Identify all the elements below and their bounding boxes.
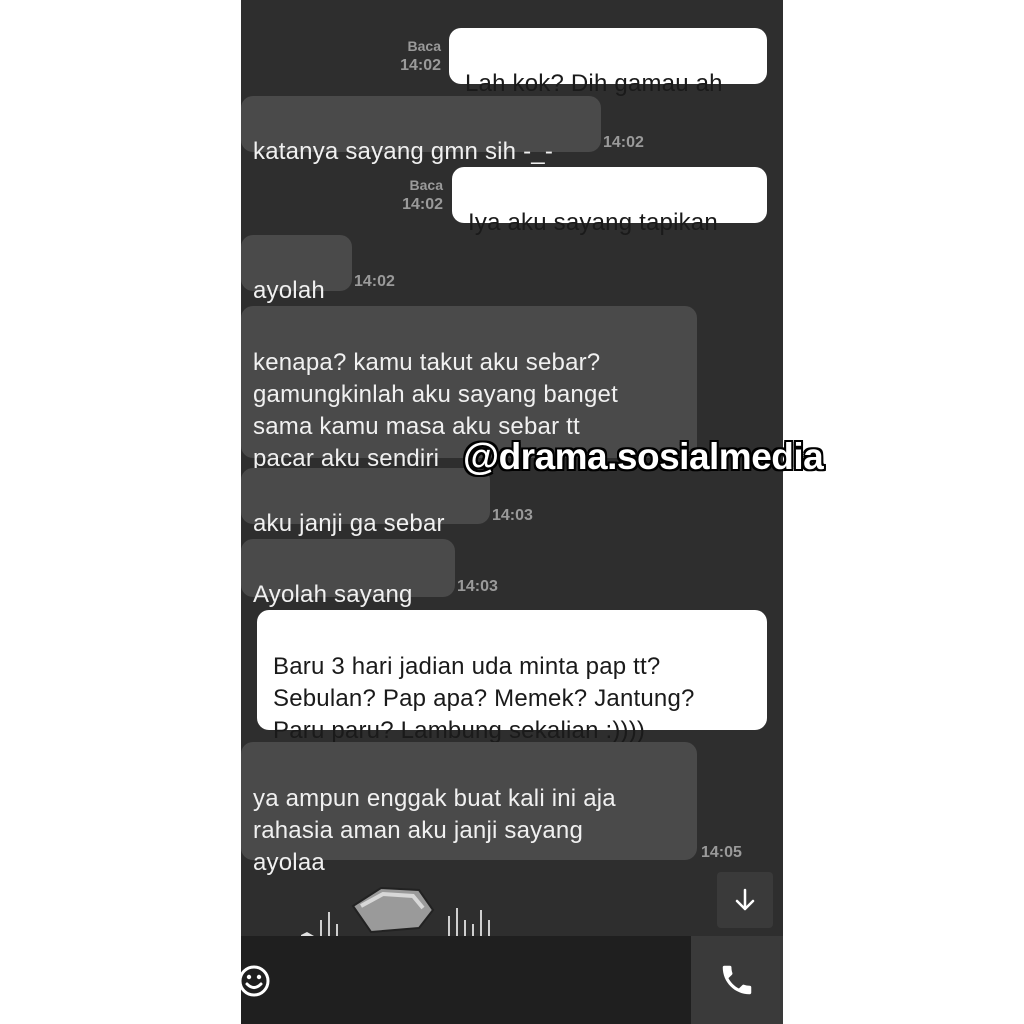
message-time: 14:02 bbox=[402, 196, 443, 213]
message-bubble-incoming[interactable]: katanya sayang gmn sih -_- bbox=[241, 96, 601, 165]
message-time: 14:03 bbox=[457, 578, 498, 595]
emoji-icon[interactable] bbox=[241, 964, 271, 998]
message-text: ya ampun enggak buat kali ini aja rahasi… bbox=[253, 785, 616, 876]
message-text: ayolah bbox=[253, 277, 325, 304]
scroll-down-button[interactable] bbox=[717, 872, 773, 928]
message-text: aku janji ga sebar bbox=[253, 510, 445, 537]
message-text: katanya sayang gmn sih -_- bbox=[253, 138, 554, 165]
message-bubble-outgoing[interactable]: Lah kok? Dih gamau ah bbox=[449, 28, 767, 97]
message-bubble-incoming[interactable]: Ayolah sayang bbox=[241, 539, 455, 608]
message-time: 14:02 bbox=[354, 273, 395, 290]
message-bubble-incoming[interactable]: ayolah bbox=[241, 235, 352, 304]
sticker-image[interactable] bbox=[301, 880, 501, 940]
phone-icon bbox=[722, 965, 752, 995]
read-receipt: Baca 14:02 bbox=[391, 36, 441, 76]
read-receipt: Baca 14:02 bbox=[393, 175, 443, 215]
message-time: 14:02 bbox=[603, 134, 644, 151]
message-text: Iya aku sayang tapikan bbox=[468, 209, 718, 236]
message-bubble-outgoing[interactable]: Baru 3 hari jadian uda minta pap tt? Seb… bbox=[257, 610, 767, 744]
message-bubble-outgoing[interactable]: Iya aku sayang tapikan bbox=[452, 167, 767, 236]
message-time: 14:05 bbox=[701, 844, 742, 861]
message-bubble-incoming[interactable]: aku janji ga sebar bbox=[241, 468, 490, 537]
read-label: Baca bbox=[409, 177, 443, 193]
message-bubble-incoming[interactable]: ya ampun enggak buat kali ini aja rahasi… bbox=[241, 742, 697, 876]
input-bar bbox=[241, 936, 783, 1024]
chat-window: Baca 14:02 Lah kok? Dih gamau ah katanya… bbox=[241, 0, 783, 1024]
watermark: @drama.sosialmedia bbox=[463, 436, 824, 477]
message-time: 14:02 bbox=[400, 57, 441, 74]
message-time: 14:03 bbox=[492, 507, 533, 524]
message-text: Lah kok? Dih gamau ah bbox=[465, 70, 723, 97]
message-text: Baru 3 hari jadian uda minta pap tt? Seb… bbox=[273, 653, 695, 744]
message-text: Ayolah sayang bbox=[253, 581, 413, 608]
call-button[interactable] bbox=[691, 936, 783, 1024]
arrow-down-icon bbox=[735, 888, 755, 911]
read-label: Baca bbox=[407, 38, 441, 54]
